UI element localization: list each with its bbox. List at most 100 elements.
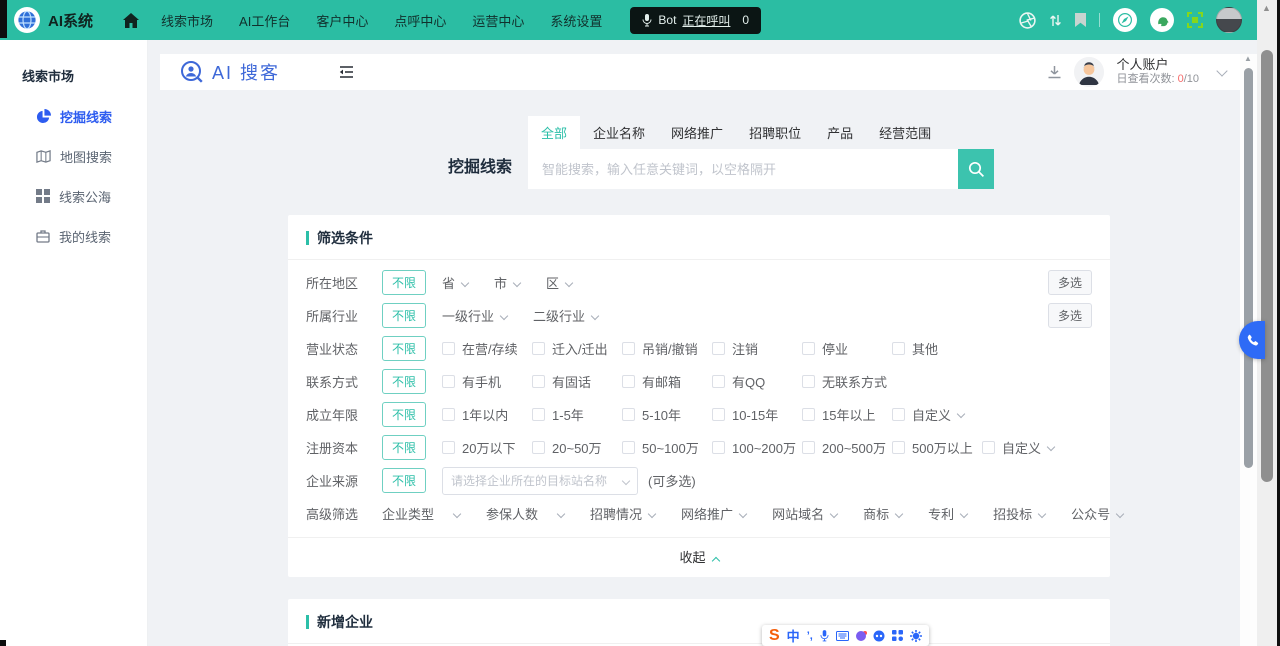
patent-dropdown[interactable]: 专利 (928, 504, 967, 523)
filter-checkbox-option[interactable]: 1-5年 (532, 405, 622, 424)
filter-checkbox-option[interactable]: 无联系方式 (802, 372, 892, 391)
filter-checkbox-option[interactable]: 有邮箱 (622, 372, 712, 391)
filter-checkbox-option[interactable]: 5-10年 (622, 405, 712, 424)
account-avatar[interactable] (1074, 57, 1104, 87)
recruiting-dropdown[interactable]: 招聘情况 (590, 504, 655, 523)
nav-system-settings[interactable]: 系统设置 (550, 11, 602, 30)
filter-checkbox-option[interactable]: 15年以上 (802, 405, 892, 424)
filter-checkbox-option[interactable]: 20万以下 (442, 438, 532, 457)
company-type-dropdown[interactable]: 企业类型 (382, 504, 460, 523)
ime-punctuation-toggle[interactable]: ’, (807, 630, 813, 642)
collapse-filters-button[interactable]: 收起 (288, 537, 1110, 577)
filter-checkbox-option[interactable]: 50~100万 (622, 438, 712, 457)
district-dropdown[interactable]: 区 (546, 273, 572, 292)
filter-checkbox-option[interactable]: 100~200万 (712, 438, 802, 457)
checkbox[interactable] (712, 375, 725, 388)
checkbox[interactable] (442, 375, 455, 388)
checkbox[interactable] (892, 408, 905, 421)
ime-language-mode[interactable]: 中 (787, 626, 800, 645)
checkbox[interactable] (622, 408, 635, 421)
elephant-extension-icon[interactable] (1150, 8, 1174, 32)
multi-select-button[interactable]: 多选 (1048, 303, 1092, 328)
user-avatar[interactable] (1216, 7, 1242, 33)
menu-collapse-icon[interactable] (338, 65, 355, 79)
search-input[interactable] (528, 149, 958, 189)
province-dropdown[interactable]: 省 (442, 273, 468, 292)
ime-mic-icon[interactable] (820, 630, 829, 642)
company-source-select[interactable]: 请选择企业所在的目标站名称 (442, 467, 638, 495)
unlimited-chip[interactable]: 不限 (382, 369, 426, 394)
search-tab[interactable]: 网络推广 (658, 116, 736, 149)
checkbox[interactable] (802, 342, 815, 355)
compass-extension-icon[interactable] (1113, 8, 1137, 32)
checkbox[interactable] (712, 408, 725, 421)
filter-checkbox-option[interactable]: 迁入/迁出 (532, 339, 622, 358)
sidebar-item-mine-leads[interactable]: 挖掘线索 (0, 101, 147, 131)
nav-operation-center[interactable]: 运营中心 (472, 11, 524, 30)
nav-ai-workbench[interactable]: AI工作台 (239, 11, 290, 30)
filter-checkbox-option[interactable]: 200~500万 (802, 438, 892, 457)
industry-level2-dropdown[interactable]: 二级行业 (533, 306, 598, 325)
chevron-down-icon[interactable] (1216, 65, 1227, 76)
unlimited-chip[interactable]: 不限 (382, 402, 426, 427)
ime-keyboard-icon[interactable] (836, 631, 849, 641)
search-tab[interactable]: 全部 (528, 116, 580, 149)
custom-range-option[interactable]: 自定义 (892, 405, 982, 424)
unlimited-chip[interactable]: 不限 (382, 336, 426, 361)
domain-dropdown[interactable]: 网站域名 (772, 504, 837, 523)
search-tab[interactable]: 经营范围 (866, 116, 944, 149)
page-scrollbar-up-arrow[interactable]: ▲ (1244, 55, 1253, 63)
ime-settings-icon[interactable] (910, 630, 922, 642)
page-scrollbar-thumb[interactable] (1244, 68, 1253, 468)
insured-count-dropdown[interactable]: 参保人数 (486, 504, 564, 523)
checkbox[interactable] (532, 408, 545, 421)
filter-checkbox-option[interactable]: 有固话 (532, 372, 622, 391)
window-scrollbar-up-arrow[interactable]: ▲ (1262, 4, 1272, 13)
nav-lead-market[interactable]: 线索市场 (161, 11, 213, 30)
trademark-dropdown[interactable]: 商标 (863, 504, 902, 523)
filter-checkbox-option[interactable]: 停业 (802, 339, 892, 358)
checkbox[interactable] (892, 342, 905, 355)
industry-level1-dropdown[interactable]: 一级行业 (442, 306, 507, 325)
filter-checkbox-option[interactable]: 其他 (892, 339, 982, 358)
city-dropdown[interactable]: 市 (494, 273, 520, 292)
filter-checkbox-option[interactable]: 有QQ (712, 372, 802, 391)
checkbox[interactable] (622, 441, 635, 454)
checkbox[interactable] (712, 342, 725, 355)
filter-checkbox-option[interactable]: 注销 (712, 339, 802, 358)
wechat-account-dropdown[interactable]: 公众号 (1071, 504, 1123, 523)
filter-checkbox-option[interactable]: 有手机 (442, 372, 532, 391)
checkbox[interactable] (442, 408, 455, 421)
checkbox[interactable] (442, 342, 455, 355)
unlimited-chip[interactable]: 不限 (382, 270, 426, 295)
unlimited-chip[interactable]: 不限 (382, 435, 426, 460)
unlimited-chip[interactable]: 不限 (382, 468, 426, 493)
web-promo-dropdown[interactable]: 网络推广 (681, 504, 746, 523)
nav-call-center[interactable]: 点呼中心 (394, 11, 446, 30)
checkbox[interactable] (532, 342, 545, 355)
sidebar-item-lead-pool[interactable]: 线索公海 (0, 181, 147, 211)
checkbox[interactable] (892, 441, 905, 454)
checkbox[interactable] (982, 441, 995, 454)
checkbox[interactable] (532, 375, 545, 388)
filter-checkbox-option[interactable]: 10-15年 (712, 405, 802, 424)
checkbox[interactable] (442, 441, 455, 454)
filter-checkbox-option[interactable]: 在营/存续 (442, 339, 532, 358)
nav-customer-center[interactable]: 客户中心 (316, 11, 368, 30)
checkbox[interactable] (802, 441, 815, 454)
ime-grid-icon[interactable] (892, 630, 903, 641)
bot-calling-button[interactable]: Bot 正在呼叫 0 (630, 7, 761, 34)
fullscreen-extension-icon[interactable] (1187, 12, 1203, 28)
unlimited-chip[interactable]: 不限 (382, 303, 426, 328)
bidding-dropdown[interactable]: 招投标 (993, 504, 1045, 523)
filter-checkbox-option[interactable]: 500万以上 (892, 438, 982, 457)
checkbox[interactable] (622, 375, 635, 388)
checkbox[interactable] (532, 441, 545, 454)
checkbox[interactable] (802, 375, 815, 388)
search-tab[interactable]: 企业名称 (580, 116, 658, 149)
custom-range-option[interactable]: 自定义 (982, 438, 1072, 457)
filter-checkbox-option[interactable]: 1年以内 (442, 405, 532, 424)
sidebar-item-my-leads[interactable]: 我的线索 (0, 221, 147, 251)
bookmark-icon[interactable] (1075, 13, 1086, 27)
ime-skin-icon[interactable] (856, 631, 866, 641)
